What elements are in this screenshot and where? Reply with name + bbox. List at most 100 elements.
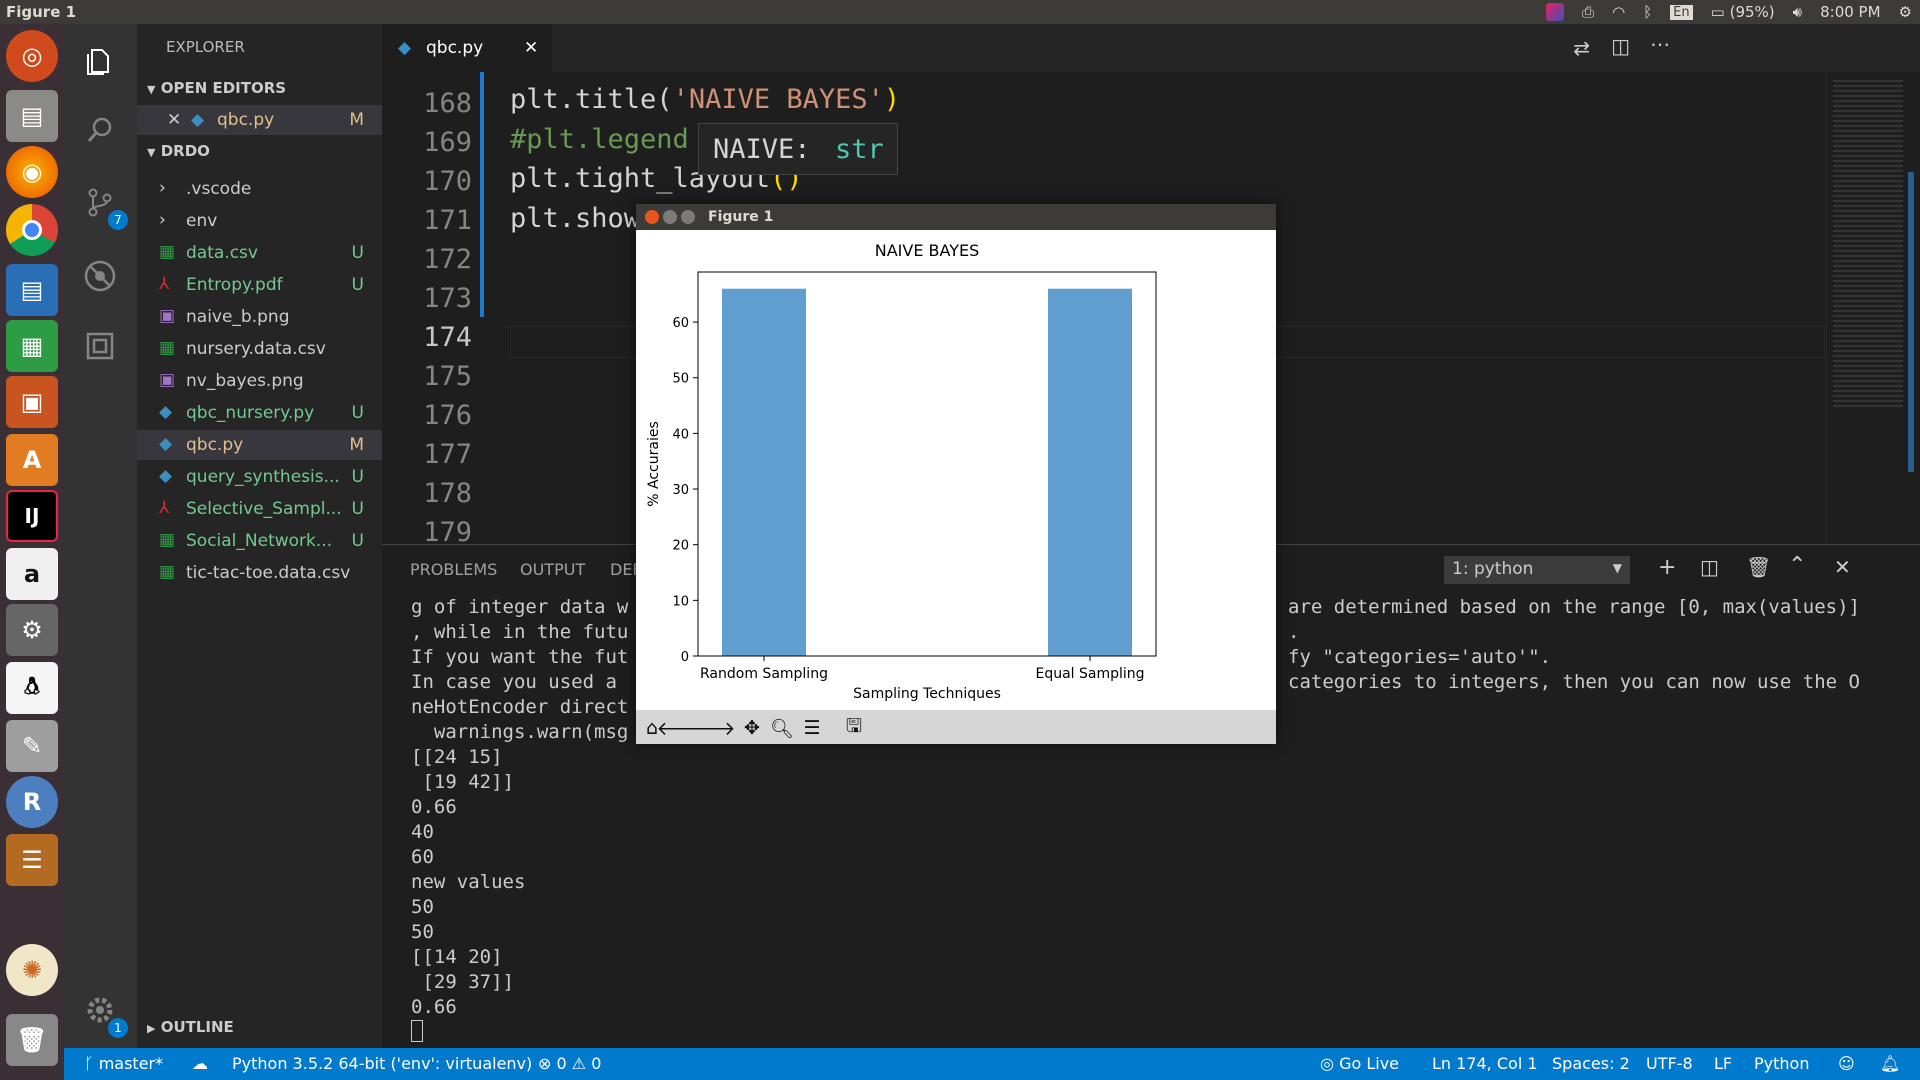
photos-icon[interactable]: ✺	[6, 944, 58, 996]
go-live-button[interactable]: ◎ Go Live	[1320, 1054, 1399, 1073]
file-tree-item[interactable]: › .vscode	[137, 174, 382, 204]
figure-window[interactable]: Figure 1 NAIVE BAYES Random Sampling Equal…	[636, 204, 1276, 744]
close-panel-icon[interactable]: ✕	[1834, 555, 1851, 579]
close-icon[interactable]: ✕	[167, 110, 181, 130]
terminal-line: 0.66	[411, 996, 457, 1018]
file-git-status: U	[351, 531, 364, 551]
code-line-169[interactable]: #plt.legend	[510, 124, 689, 155]
hover-tooltip: NAIVE: str	[698, 123, 898, 175]
minimize-window-button[interactable]	[663, 210, 677, 224]
terminal-select[interactable]: 1: python ▼	[1444, 556, 1630, 584]
line-ending[interactable]: LF	[1714, 1054, 1732, 1073]
writer-icon[interactable]: ▤	[6, 264, 58, 316]
battery-indicator[interactable]: ▭ (95%)	[1711, 3, 1775, 21]
software-center-icon[interactable]: A	[6, 434, 58, 486]
bluetooth-icon[interactable]: ᛒ	[1643, 3, 1652, 21]
file-tree-item[interactable]: › env	[137, 206, 382, 236]
file-tree-item[interactable]: ▦ tic-tac-toe.data.csv	[137, 558, 382, 588]
file-tree-item[interactable]: ▣ nv_bayes.png	[137, 366, 382, 396]
tab-problems[interactable]: PROBLEMS	[410, 560, 497, 579]
manage-gear-icon[interactable]: 1	[78, 988, 128, 1038]
forward-arrow-icon[interactable]: 🡒	[685, 717, 736, 740]
indentation[interactable]: Spaces: 2	[1552, 1054, 1630, 1073]
app-stack-icon[interactable]: ☰	[6, 834, 58, 886]
source-control-icon[interactable]: 7	[78, 180, 128, 230]
file-tree-item[interactable]: ◆ qbc_nursery.py U	[137, 398, 382, 428]
trash-icon[interactable]: 🗑︎	[1746, 555, 1771, 579]
terminal-cursor	[411, 1020, 423, 1042]
firefox-icon[interactable]: ◉	[6, 146, 58, 198]
settings-tools-icon[interactable]: ⚙	[6, 604, 58, 656]
search-icon[interactable]	[78, 108, 122, 152]
image-file-icon: ▣	[159, 306, 176, 326]
file-tree-item[interactable]: ▦ nursery.data.csv	[137, 334, 382, 364]
gear-icon[interactable]: ⚙	[1899, 3, 1912, 21]
tab-output[interactable]: OUTPUT	[520, 560, 585, 579]
chrome-icon[interactable]	[6, 204, 58, 256]
explorer-icon[interactable]	[78, 38, 122, 82]
file-tree-item[interactable]: ⅄ Selective_Sampl... U	[137, 494, 382, 524]
printer-icon[interactable]: ⎙	[1582, 3, 1594, 21]
debug-icon[interactable]	[78, 254, 122, 298]
code-line-168[interactable]: plt.title('NAIVE BAYES')	[510, 84, 900, 115]
maximize-window-button[interactable]	[681, 210, 695, 224]
file-tree-item[interactable]: ▣ naive_b.png	[137, 302, 382, 332]
maximize-panel-icon[interactable]: ⌃	[1788, 553, 1806, 578]
encoding[interactable]: UTF-8	[1646, 1054, 1693, 1073]
file-tree-item[interactable]: ◆ query_synthesis... U	[137, 462, 382, 492]
extensions-icon[interactable]	[78, 324, 122, 368]
tux-icon[interactable]: 🐧︎	[6, 662, 58, 714]
amazon-icon[interactable]: a	[6, 548, 58, 600]
split-editor-icon[interactable]: ◫	[1611, 34, 1630, 58]
code-line-171[interactable]: plt.show	[510, 203, 640, 234]
figure-titlebar[interactable]: Figure 1	[636, 204, 1276, 230]
comment-text: #plt.legend	[510, 124, 689, 155]
more-actions-icon[interactable]: ⋯	[1650, 32, 1670, 56]
compare-icon[interactable]: ⇄	[1573, 36, 1590, 60]
keyboard-lang-indicator[interactable]: En	[1670, 4, 1693, 20]
volume-icon[interactable]: 🔊︎	[1793, 3, 1802, 21]
calc-icon[interactable]: ▦	[6, 320, 58, 372]
file-tree-item[interactable]: ▦ data.csv U	[137, 238, 382, 268]
files-icon[interactable]: ▤	[6, 90, 58, 142]
impress-icon[interactable]: ▣	[6, 376, 58, 428]
disk-utility-icon[interactable]: ✎	[6, 720, 58, 772]
trash-icon[interactable]: 🗑︎	[6, 1014, 58, 1066]
split-terminal-icon[interactable]: ◫	[1700, 555, 1719, 579]
color-app-icon[interactable]	[1546, 3, 1565, 21]
branch-indicator[interactable]: ᚴ master*	[84, 1054, 163, 1073]
tab-qbc[interactable]: ◆ qbc.py ✕	[382, 24, 552, 72]
file-tree-item[interactable]: ◆ qbc.py M	[137, 430, 382, 460]
intellij-icon[interactable]: IJ	[6, 490, 58, 542]
file-tree-item[interactable]: ▦ Social_Network... U	[137, 526, 382, 556]
save-figure-icon[interactable]: 🖫	[842, 715, 866, 739]
file-git-status: U	[351, 275, 364, 295]
configure-subplots-icon[interactable]: ☰	[800, 717, 824, 739]
folder-header[interactable]: ▼ DRDO	[147, 142, 210, 160]
open-editor-name: qbc.py	[217, 110, 275, 130]
cursor-position[interactable]: Ln 174, Col 1	[1432, 1054, 1538, 1073]
sync-icon[interactable]: ☁	[192, 1054, 208, 1073]
add-terminal-icon[interactable]: +	[1658, 555, 1676, 580]
ubuntu-icon[interactable]: ◎	[6, 30, 58, 82]
notification-bell-icon[interactable]: 🔔︎	[1880, 1054, 1900, 1073]
problems-indicator[interactable]: ⊗ 0 ⚠ 0	[538, 1054, 601, 1073]
open-editors-header[interactable]: ▼ OPEN EDITORS	[147, 79, 286, 97]
code-text: plt.title(	[510, 84, 673, 115]
pan-icon[interactable]: ✥	[740, 717, 764, 739]
clock[interactable]: 8:00 PM	[1820, 3, 1880, 21]
r-icon[interactable]: R	[6, 776, 58, 828]
close-icon[interactable]: ✕	[524, 38, 538, 58]
outline-header[interactable]: ▶ OUTLINE	[147, 1018, 234, 1036]
minimap[interactable]	[1826, 72, 1920, 544]
python-interpreter[interactable]: Python 3.5.2 64-bit ('env': virtualenv)	[232, 1054, 532, 1073]
language-mode[interactable]: Python	[1754, 1054, 1809, 1073]
warning-icon: ⚠	[571, 1054, 587, 1073]
open-editor-qbc[interactable]: ✕ ◆ qbc.py M	[137, 105, 382, 135]
feedback-smiley-icon[interactable]: ☺	[1838, 1054, 1855, 1073]
file-tree-item[interactable]: ⅄ Entropy.pdf U	[137, 270, 382, 300]
zoom-icon[interactable]: 🔍︎	[770, 717, 794, 740]
close-window-button[interactable]	[645, 210, 659, 224]
wifi-icon[interactable]: ◠	[1612, 3, 1625, 21]
chevron-down-icon: ▼	[1612, 561, 1622, 575]
